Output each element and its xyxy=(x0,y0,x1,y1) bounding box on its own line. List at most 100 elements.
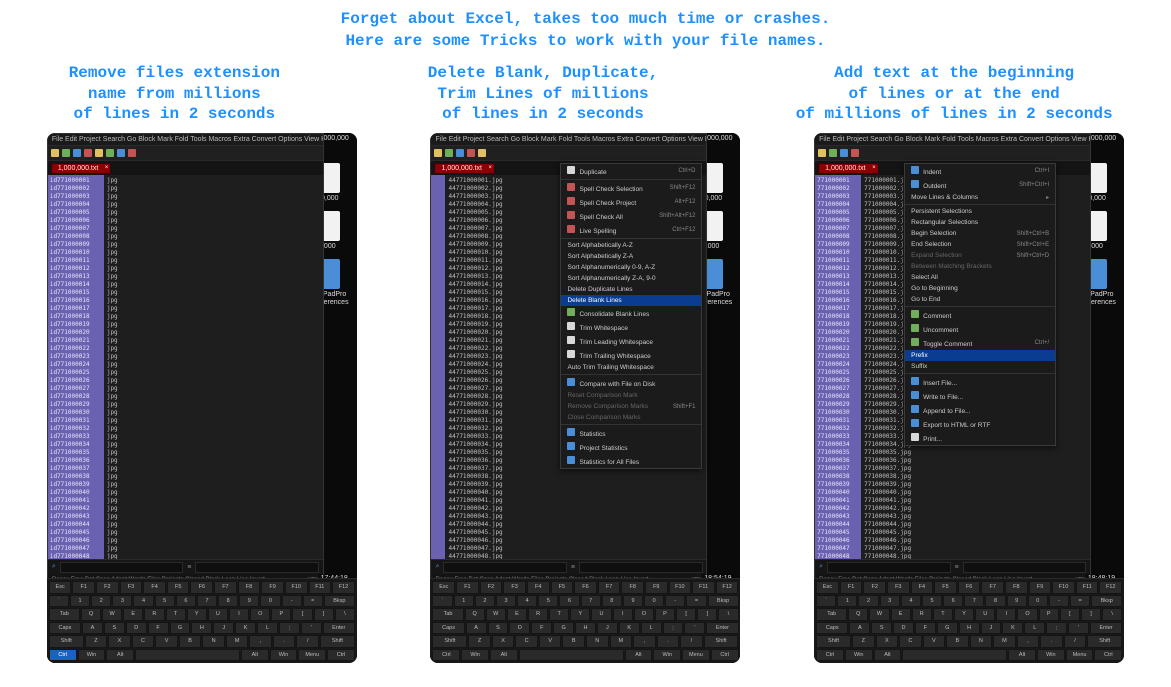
menu-move-lines[interactable]: Move Lines & Columns▸ xyxy=(905,192,1055,203)
key-4[interactable]: 4 xyxy=(517,595,537,608)
key-f4[interactable]: F4 xyxy=(527,581,550,594)
key-alt[interactable]: Alt xyxy=(241,649,269,662)
key-q[interactable]: Q xyxy=(465,608,485,621)
key-3[interactable]: 3 xyxy=(112,595,132,608)
key-c[interactable]: C xyxy=(515,635,538,648)
key-][interactable]: ] xyxy=(314,608,334,621)
key-shift[interactable]: Shift xyxy=(1087,635,1122,648)
key-i[interactable]: I xyxy=(996,608,1016,621)
key-'[interactable]: ' xyxy=(301,622,322,635)
key-shift[interactable]: Shift xyxy=(432,635,467,648)
menu-sort-an-za[interactable]: Sort Alphanumerically Z-A, 9-0 xyxy=(561,273,701,284)
key-,[interactable]: , xyxy=(633,635,656,648)
key-tab[interactable]: Tab xyxy=(432,608,463,621)
key-[[interactable]: [ xyxy=(1060,608,1080,621)
menu-auto-trim[interactable]: Auto Trim Trailing Whitespace xyxy=(561,362,701,373)
key-0[interactable]: 0 xyxy=(260,595,280,608)
key-f9[interactable]: F9 xyxy=(261,581,284,594)
key-l[interactable]: L xyxy=(1024,622,1045,635)
key-`[interactable]: ` xyxy=(816,595,836,608)
text-content[interactable]: jpg jpg jpg jpg jpg jpg jpg jpg jpg jpg … xyxy=(104,175,323,559)
key-m[interactable]: M xyxy=(993,635,1016,648)
key-,[interactable]: , xyxy=(249,635,272,648)
key-tab[interactable]: Tab xyxy=(49,608,80,621)
key-f8[interactable]: F8 xyxy=(1005,581,1028,594)
key-n[interactable]: N xyxy=(202,635,225,648)
key-d[interactable]: D xyxy=(893,622,914,635)
key-`[interactable]: ` xyxy=(49,595,69,608)
key-;[interactable]: ; xyxy=(279,622,300,635)
key-ctrl[interactable]: Ctrl xyxy=(1094,649,1122,662)
key-e[interactable]: E xyxy=(891,608,911,621)
key-win[interactable]: Win xyxy=(1037,649,1065,662)
menu-suffix[interactable]: Suffix xyxy=(905,361,1055,372)
key-8[interactable]: 8 xyxy=(602,595,622,608)
key-f4[interactable]: F4 xyxy=(143,581,166,594)
key-l[interactable]: L xyxy=(257,622,278,635)
key-r[interactable]: R xyxy=(144,608,164,621)
key-k[interactable]: K xyxy=(1002,622,1023,635)
key-menu[interactable]: Menu xyxy=(682,649,710,662)
key-1[interactable]: 1 xyxy=(454,595,474,608)
key-f12[interactable]: F12 xyxy=(1099,581,1122,594)
menu-go-end[interactable]: Go to End xyxy=(905,294,1055,305)
key-\[interactable]: \ xyxy=(1102,608,1122,621)
key-a[interactable]: A xyxy=(82,622,103,635)
key-1[interactable]: 1 xyxy=(837,595,857,608)
toolbar[interactable] xyxy=(48,146,323,161)
key-5[interactable]: 5 xyxy=(922,595,942,608)
key-f2[interactable]: F2 xyxy=(863,581,886,594)
key-'[interactable]: ' xyxy=(684,622,705,635)
key-f2[interactable]: F2 xyxy=(480,581,503,594)
key-2[interactable]: 2 xyxy=(475,595,495,608)
key-space[interactable] xyxy=(135,649,240,662)
key-v[interactable]: V xyxy=(923,635,946,648)
menu-comment[interactable]: Comment xyxy=(905,308,1055,322)
replace-input[interactable] xyxy=(195,562,319,573)
menu-trim-trailing[interactable]: Trim Trailing Whitespace xyxy=(561,348,701,362)
key-w[interactable]: W xyxy=(486,608,506,621)
menu-persistent-selections[interactable]: Persistent Selections xyxy=(905,206,1055,217)
toolbar[interactable] xyxy=(815,146,1090,161)
toolbar-btn[interactable] xyxy=(829,149,837,157)
key-f11[interactable]: F11 xyxy=(692,581,715,594)
key-=[interactable]: = xyxy=(303,595,323,608)
key-space[interactable] xyxy=(519,649,624,662)
menu-begin-selection[interactable]: Begin SelectionShift+Ctrl+B xyxy=(905,228,1055,239)
toolbar-btn[interactable] xyxy=(840,149,848,157)
key-p[interactable]: P xyxy=(1039,608,1059,621)
menu-consolidate-blank[interactable]: Consolidate Blank Lines xyxy=(561,306,701,320)
key-f5[interactable]: F5 xyxy=(167,581,190,594)
key-g[interactable]: G xyxy=(937,622,958,635)
key-t[interactable]: T xyxy=(933,608,953,621)
key-esc[interactable]: Esc xyxy=(816,581,839,594)
menu-go-beginning[interactable]: Go to Beginning xyxy=(905,283,1055,294)
menu-uncomment[interactable]: Uncomment xyxy=(905,322,1055,336)
menu-sort-an-az[interactable]: Sort Alphanumerically 0-9, A-Z xyxy=(561,262,701,273)
menu-sort-za[interactable]: Sort Alphabetically Z-A xyxy=(561,251,701,262)
menu-duplicate[interactable]: DuplicateCtrl+D xyxy=(561,164,701,178)
key-d[interactable]: D xyxy=(509,622,530,635)
close-icon[interactable]: × xyxy=(105,165,109,171)
key-win[interactable]: Win xyxy=(653,649,681,662)
search-input[interactable] xyxy=(60,562,184,573)
key-alt[interactable]: Alt xyxy=(874,649,902,662)
menu-project-statistics[interactable]: Project Statistics xyxy=(561,440,701,454)
key--[interactable]: - xyxy=(282,595,302,608)
key-4[interactable]: 4 xyxy=(133,595,153,608)
key-5[interactable]: 5 xyxy=(538,595,558,608)
key-caps[interactable]: Caps xyxy=(49,622,81,635)
key-f12[interactable]: F12 xyxy=(716,581,739,594)
key-.[interactable]: . xyxy=(657,635,680,648)
menu-indent[interactable]: IndentCtrl+I xyxy=(905,164,1055,178)
key-=[interactable]: = xyxy=(1070,595,1090,608)
key-f4[interactable]: F4 xyxy=(911,581,934,594)
key-z[interactable]: Z xyxy=(468,635,491,648)
menu-prefix[interactable]: Prefix xyxy=(905,350,1055,361)
toolbar-btn[interactable] xyxy=(851,149,859,157)
key-][interactable]: ] xyxy=(1081,608,1101,621)
key-u[interactable]: U xyxy=(208,608,228,621)
key-alt[interactable]: Alt xyxy=(106,649,134,662)
menu-bar[interactable]: File Edit Project Search Go Block Mark F… xyxy=(431,134,706,146)
key-ctrl[interactable]: Ctrl xyxy=(49,649,77,662)
